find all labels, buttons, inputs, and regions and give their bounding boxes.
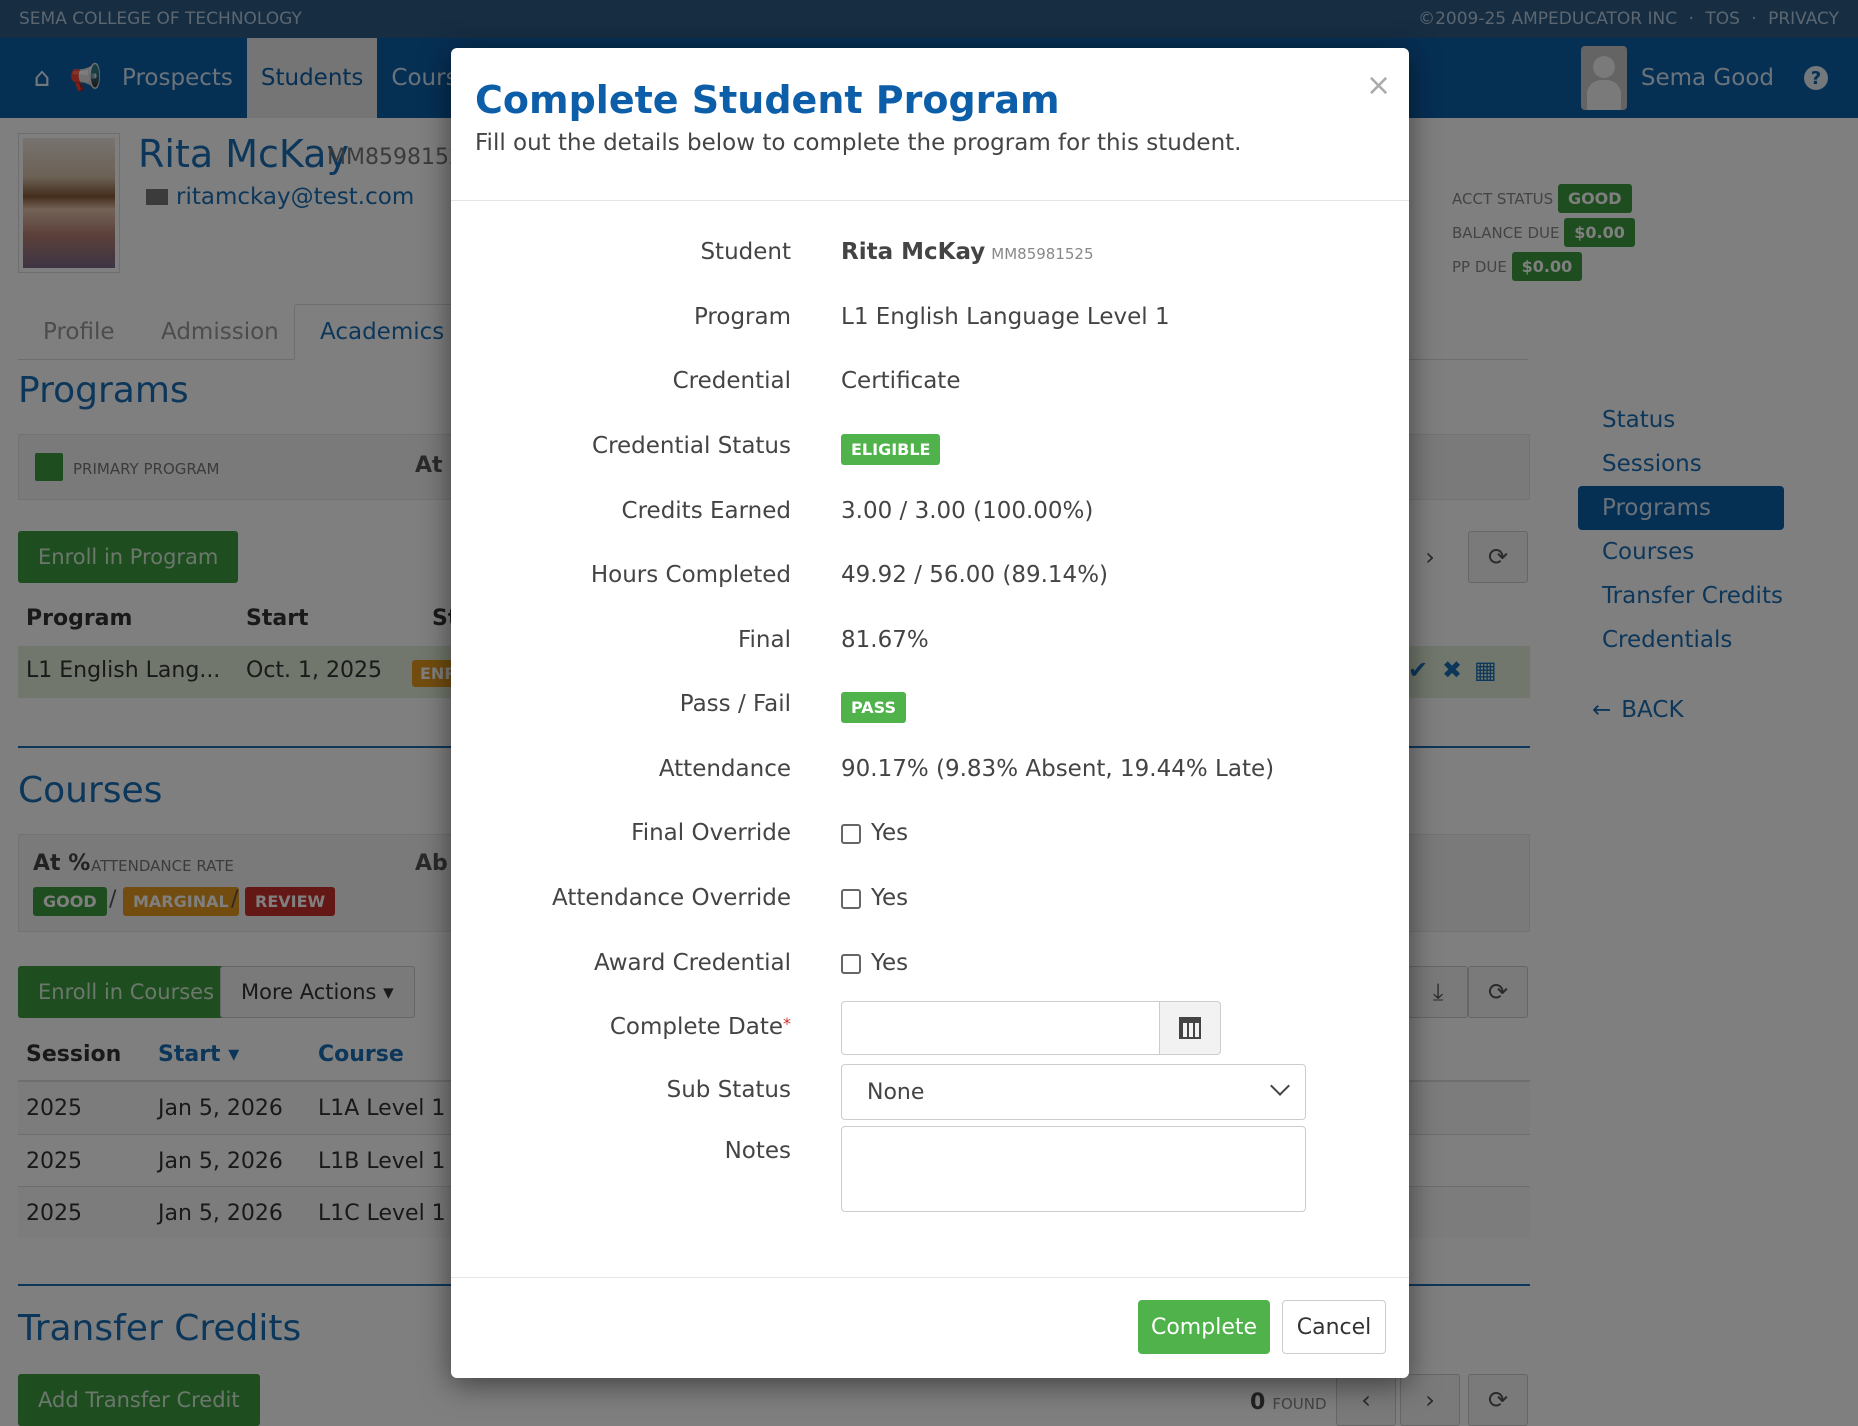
eligible-badge: ELIGIBLE (841, 434, 941, 465)
modal-title: Complete Student Program (475, 78, 1060, 122)
student-value: Rita McKay MM85981525 (841, 239, 1094, 265)
calendar-icon[interactable] (1159, 1001, 1221, 1055)
chevron-down-icon (1270, 1076, 1290, 1096)
close-icon[interactable]: × (1366, 68, 1391, 103)
cancel-button[interactable]: Cancel (1282, 1300, 1386, 1354)
sub-status-select[interactable]: None (841, 1064, 1306, 1120)
attendance-override-checkbox[interactable]: Yes (841, 885, 908, 911)
hours-value: 49.92 / 56.00 (89.14%) (841, 562, 1109, 588)
final-override-checkbox[interactable]: Yes (841, 820, 908, 846)
complete-date-input[interactable] (841, 1001, 1161, 1055)
notes-textarea[interactable] (841, 1126, 1306, 1212)
modal-subtitle: Fill out the details below to complete t… (475, 130, 1242, 156)
complete-date-label: Complete Date* (609, 1014, 791, 1040)
complete-program-modal: Complete Student Program Fill out the de… (451, 48, 1409, 1378)
attendance-value: 90.17% (9.83% Absent, 19.44% Late) (841, 756, 1275, 782)
complete-button[interactable]: Complete (1138, 1300, 1270, 1354)
pass-badge: PASS (841, 692, 906, 723)
final-value: 81.67% (841, 627, 929, 653)
credential-value: Certificate (841, 368, 961, 394)
credits-value: 3.00 / 3.00 (100.00%) (841, 498, 1094, 524)
program-value: L1 English Language Level 1 (841, 304, 1170, 330)
award-credential-checkbox[interactable]: Yes (841, 950, 908, 976)
